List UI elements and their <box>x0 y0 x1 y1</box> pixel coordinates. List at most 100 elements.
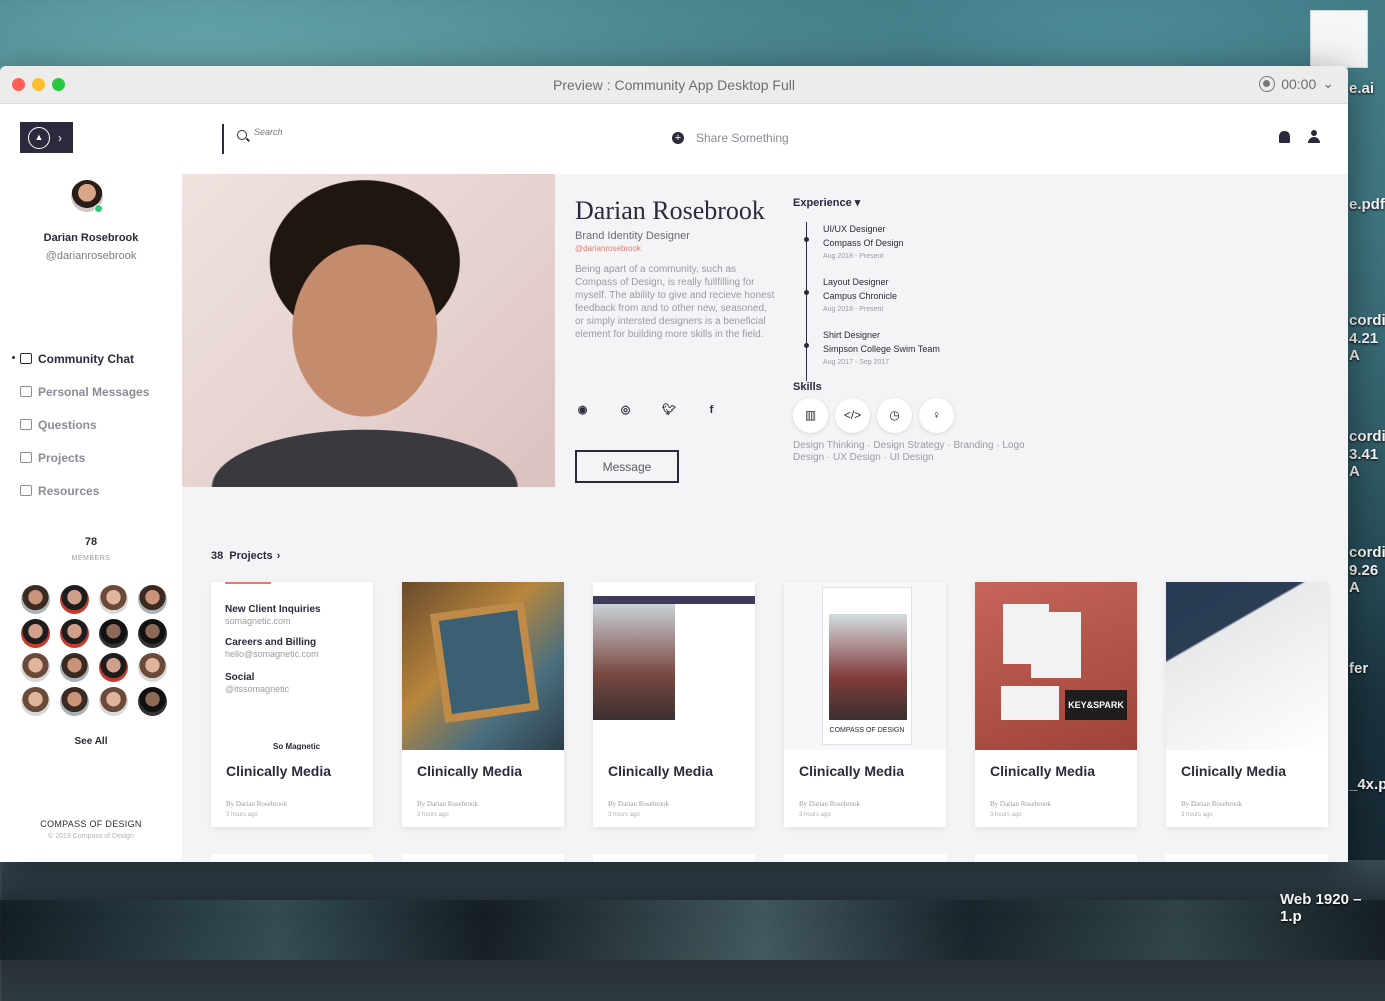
desktop-file-label[interactable]: cordi <box>1349 428 1385 445</box>
thumb-text: KEY&SPARK <box>1065 690 1127 720</box>
record-icon <box>1259 75 1276 92</box>
profile-name: Darian Rosebrook <box>575 196 765 225</box>
thumb-page: COMPASS OF DESIGN <box>822 587 912 745</box>
desktop-file-label[interactable]: e.pdf <box>1349 196 1385 213</box>
project-time: 3 hours ago <box>799 812 831 818</box>
project-time: 3 hours ago <box>417 812 449 818</box>
members-count: 78 <box>84 536 98 548</box>
desktop-file-label[interactable]: cordi <box>1349 312 1385 329</box>
app-logo-button[interactable]: ▲ › <box>20 122 73 153</box>
project-card[interactable]: New Client Inquiries somagnetic.com Care… <box>211 582 373 827</box>
profile-info: Darian Rosebrook Brand Identity Designer… <box>575 196 785 341</box>
desktop-file-label[interactable]: Web 1920 – 1.p <box>1280 891 1385 925</box>
sidebar-item-community-chat[interactable]: Community Chat <box>11 342 149 375</box>
project-author: By Darian Rosebrook <box>226 800 288 808</box>
footer-brand-logo: COMPASS OF DESIGN <box>40 819 142 829</box>
project-card[interactable]: KEY&SPARK Clinically Media By Darian Ros… <box>975 582 1137 827</box>
experience-dates: Aug 2018 - Present <box>823 306 884 313</box>
project-thumbnail <box>1166 582 1328 750</box>
project-card[interactable]: Clinically Media By Darian Rosebrook 3 h… <box>593 582 755 827</box>
desktop-file-label[interactable]: 9.26 A <box>1349 562 1385 596</box>
share-something-button[interactable]: + Share Something <box>672 131 789 145</box>
project-card[interactable] <box>975 854 1137 862</box>
online-status-indicator <box>94 204 103 213</box>
project-card[interactable] <box>211 854 373 862</box>
stopwatch-icon[interactable]: ◷ <box>877 398 912 433</box>
record-control[interactable]: 00:00 ⌄ <box>1259 75 1334 92</box>
search-icon <box>237 130 247 140</box>
member-avatar[interactable] <box>99 619 128 648</box>
experience-title: Layout Designer <box>823 277 889 287</box>
desktop-file-label[interactable]: 3.41 A <box>1349 446 1385 480</box>
member-avatar[interactable] <box>138 619 167 648</box>
instagram-icon[interactable]: ◎ <box>619 404 632 417</box>
project-time: 3 hours ago <box>1181 812 1213 818</box>
plus-circle-icon: + <box>672 132 684 144</box>
project-card[interactable] <box>1166 854 1328 862</box>
project-thumbnail: COMPASS OF DESIGN <box>784 582 946 750</box>
sidebar-item-label: Community Chat <box>38 351 134 366</box>
member-avatar[interactable] <box>21 619 50 648</box>
sidebar-item-personal-messages[interactable]: Personal Messages <box>20 375 149 408</box>
project-title: Clinically Media <box>990 763 1096 779</box>
facebook-icon[interactable]: f <box>705 404 718 417</box>
thumb-text: Careers and Billing <box>225 637 317 648</box>
member-avatar[interactable] <box>21 687 50 716</box>
member-avatar[interactable] <box>99 653 128 682</box>
member-avatar[interactable] <box>138 585 167 614</box>
project-card[interactable]: COMPASS OF DESIGN Clinically Media By Da… <box>784 582 946 827</box>
member-avatar[interactable] <box>60 619 89 648</box>
thumb-text: somagnetic.com <box>225 616 291 626</box>
sidebar-item-resources[interactable]: Resources <box>20 474 149 507</box>
project-card[interactable] <box>784 854 946 862</box>
see-all-members-link[interactable]: See All <box>0 736 182 747</box>
chart-icon[interactable]: ▥ <box>793 398 828 433</box>
record-timer: 00:00 <box>1281 75 1317 92</box>
member-avatar[interactable] <box>21 585 50 614</box>
sidebar-item-projects[interactable]: Projects <box>20 441 149 474</box>
project-card[interactable] <box>593 854 755 862</box>
member-avatar[interactable] <box>138 687 167 716</box>
project-title: Clinically Media <box>226 763 332 779</box>
desktop-file-label[interactable]: fer <box>1349 660 1368 677</box>
profile-handle[interactable]: @darianrosebrook <box>575 244 785 253</box>
experience-dropdown[interactable]: Experience ▾ <box>793 196 860 209</box>
member-avatar[interactable] <box>60 687 89 716</box>
project-author: By Darian Rosebrook <box>608 800 670 808</box>
desktop-file-label[interactable]: 4.21 A <box>1349 330 1385 364</box>
project-card[interactable] <box>402 854 564 862</box>
message-button[interactable]: Message <box>575 450 679 483</box>
lightbulb-icon[interactable]: ♀ <box>919 398 954 433</box>
desktop-file-label[interactable]: cordi <box>1349 544 1385 561</box>
search-input[interactable] <box>254 127 434 137</box>
project-thumbnail: New Client Inquiries somagnetic.com Care… <box>211 582 373 750</box>
member-avatar[interactable] <box>60 653 89 682</box>
desktop-file-label[interactable]: e.ai <box>1349 80 1374 97</box>
desktop-file-label[interactable]: _4x.p <box>1349 776 1385 793</box>
member-avatar-grid <box>21 585 167 716</box>
member-avatar[interactable] <box>99 687 128 716</box>
compass-logo-icon: ▲ <box>28 126 50 149</box>
bell-icon[interactable] <box>1279 131 1290 143</box>
sidebar-item-label: Questions <box>38 417 97 432</box>
project-card[interactable]: Clinically Media By Darian Rosebrook 3 h… <box>1166 582 1328 827</box>
sidebar-item-questions[interactable]: Questions <box>20 408 149 441</box>
member-avatar[interactable] <box>99 585 128 614</box>
twitter-icon[interactable]: 🐦︎ <box>662 404 676 417</box>
thumb-text: Social <box>225 672 255 683</box>
top-bar: + Share Something <box>182 104 1348 174</box>
project-title: Clinically Media <box>1181 763 1287 779</box>
projects-link[interactable]: 38 Projects › <box>211 550 280 562</box>
project-card[interactable]: Clinically Media By Darian Rosebrook 3 h… <box>402 582 564 827</box>
user-icon[interactable] <box>1308 130 1320 143</box>
globe-icon[interactable]: ◉ <box>576 404 589 417</box>
member-avatar[interactable] <box>60 585 89 614</box>
member-avatar[interactable] <box>21 653 50 682</box>
member-avatar[interactable] <box>138 653 167 682</box>
projects-icon <box>20 452 32 463</box>
desktop-file-icon[interactable] <box>1310 10 1368 68</box>
share-label: Share Something <box>696 131 789 145</box>
envelope-icon <box>20 386 32 397</box>
thumb-text: New Client Inquiries <box>225 604 321 615</box>
code-icon[interactable]: </> <box>835 398 870 433</box>
